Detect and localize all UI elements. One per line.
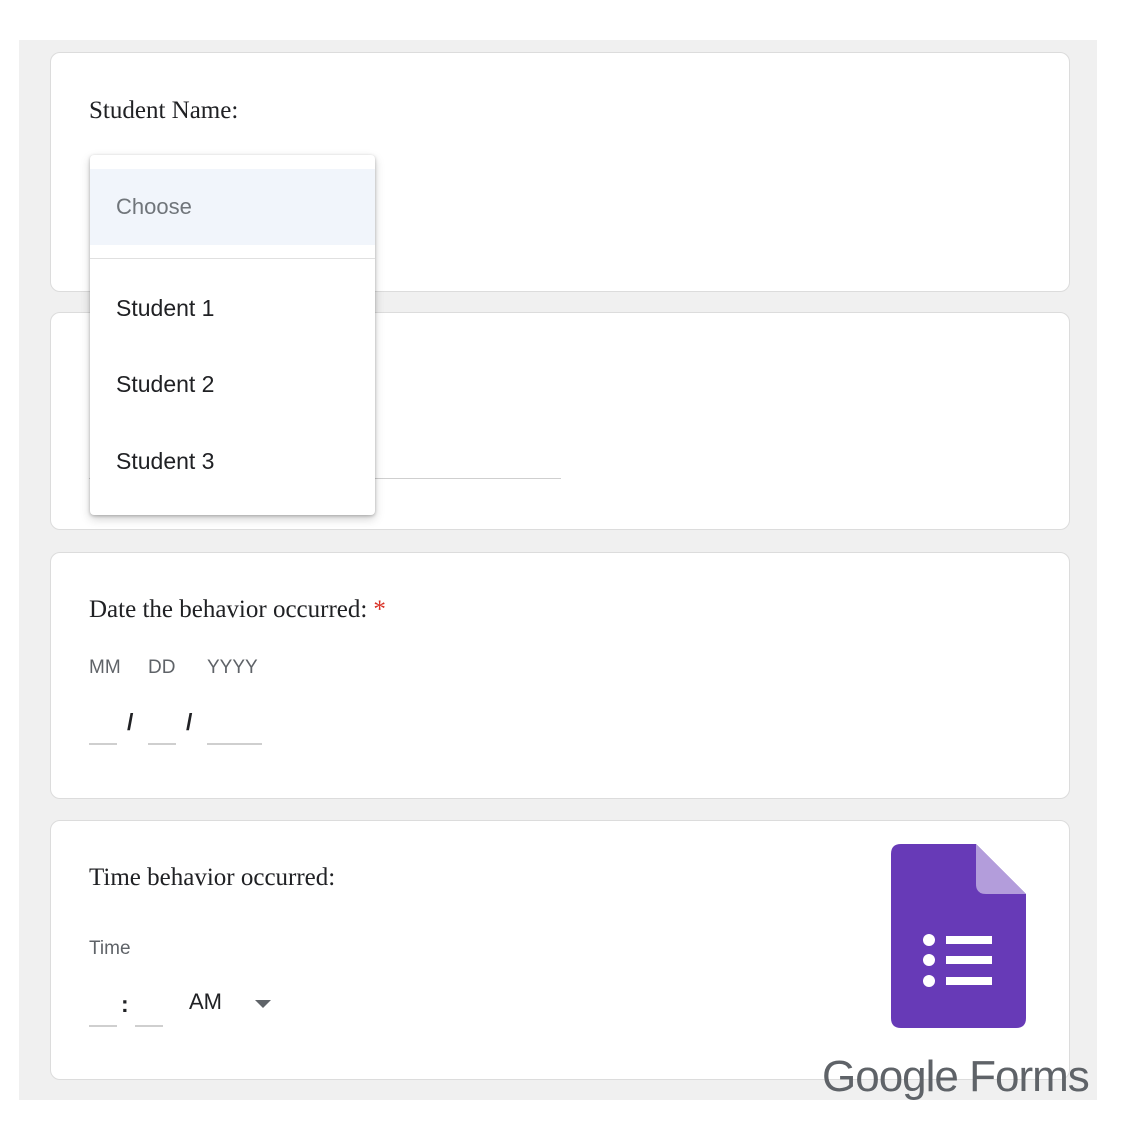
date-separator-2: /: [186, 709, 193, 735]
dropdown-option-student-2[interactable]: Student 2: [116, 371, 214, 398]
day-label: DD: [148, 657, 176, 678]
question-card-date: Date the behavior occurred: * MM DD YYYY …: [50, 552, 1070, 799]
student-name-dropdown-menu: Choose Student 1 Student 2 Student 3: [90, 155, 375, 515]
question-title-time: Time behavior occurred:: [89, 864, 336, 891]
wordmark-google: Google: [822, 1052, 959, 1101]
wordmark-forms: Forms: [969, 1052, 1090, 1101]
month-label: MM: [89, 657, 121, 678]
dropdown-option-student-3[interactable]: Student 3: [116, 448, 214, 475]
question-title-date: Date the behavior occurred: *: [89, 596, 386, 624]
year-label: YYYY: [207, 657, 258, 678]
dropdown-option-student-1[interactable]: Student 1: [116, 295, 214, 322]
dropdown-divider: [90, 258, 375, 259]
minute-input[interactable]: [135, 1025, 163, 1027]
google-forms-icon: [891, 844, 1026, 1028]
day-input[interactable]: [148, 743, 176, 745]
time-label: Time: [89, 938, 131, 959]
month-input[interactable]: [89, 743, 117, 745]
year-input[interactable]: [207, 743, 262, 745]
hour-input[interactable]: [89, 1025, 117, 1027]
chevron-down-icon[interactable]: [255, 1000, 271, 1008]
ampm-select[interactable]: AM: [189, 989, 222, 1015]
required-asterisk: *: [373, 596, 386, 623]
time-separator: :: [121, 991, 129, 1017]
date-separator-1: /: [127, 709, 134, 735]
google-forms-wordmark: Google Forms: [822, 1052, 1090, 1102]
question-title-student-name: Student Name:: [89, 97, 239, 124]
question-title-date-text: Date the behavior occurred:: [89, 596, 368, 623]
dropdown-option-choose[interactable]: Choose: [90, 169, 375, 245]
